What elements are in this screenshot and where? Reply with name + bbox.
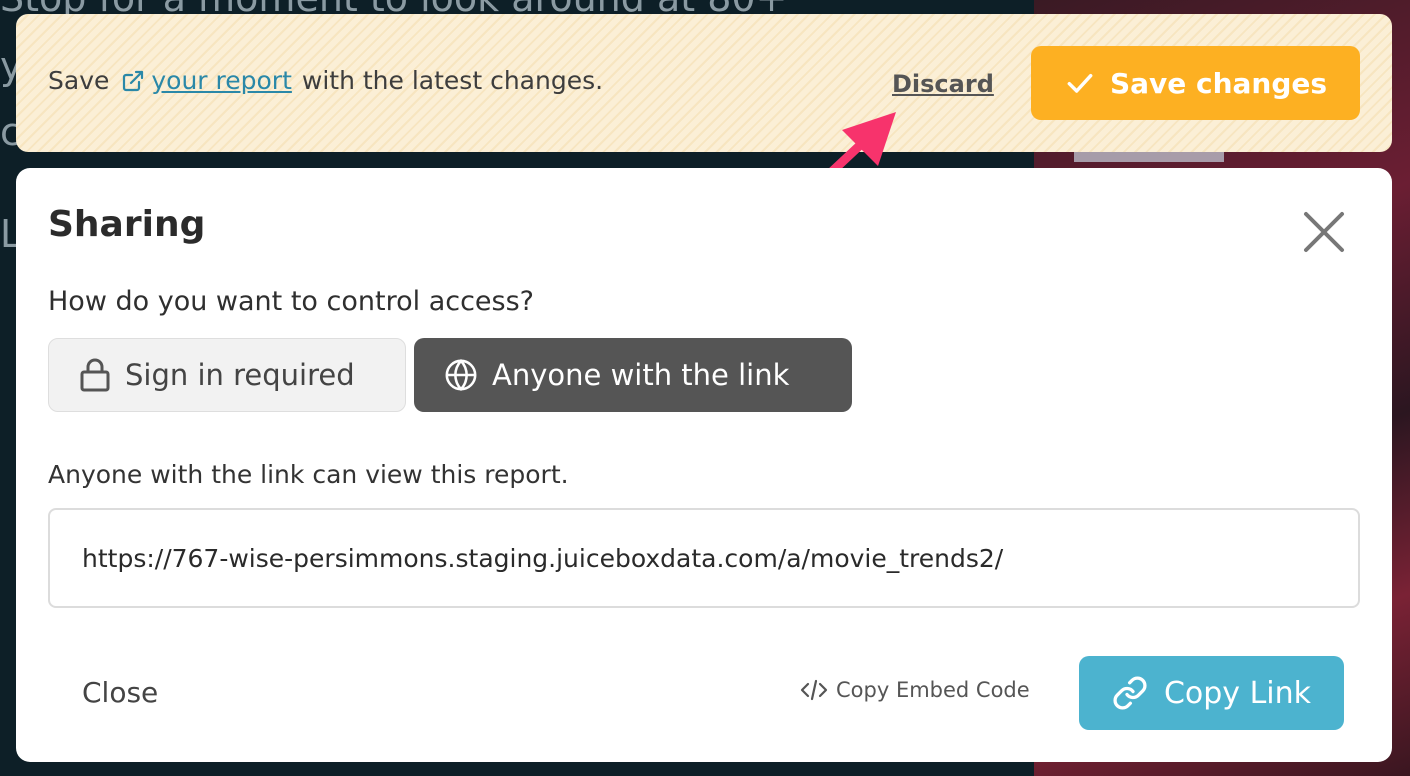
copy-embed-code-label: Copy Embed Code bbox=[836, 678, 1030, 702]
discard-button[interactable]: Discard bbox=[892, 70, 994, 98]
external-link-icon bbox=[123, 70, 144, 91]
save-changes-button[interactable]: Save changes bbox=[1031, 46, 1360, 120]
copy-link-label: Copy Link bbox=[1163, 675, 1312, 711]
close-icon[interactable] bbox=[1300, 208, 1348, 256]
close-button[interactable]: Close bbox=[82, 676, 158, 709]
unsaved-changes-banner: Save your report with the latest changes… bbox=[16, 14, 1392, 152]
sign-in-required-label: Sign in required bbox=[125, 358, 355, 392]
copy-link-button[interactable]: Copy Link bbox=[1079, 656, 1344, 730]
link-icon bbox=[1113, 676, 1147, 710]
access-note: Anyone with the link can view this repor… bbox=[48, 460, 569, 489]
banner-suffix: with the latest changes. bbox=[301, 66, 604, 95]
code-icon bbox=[800, 679, 828, 701]
banner-prefix: Save bbox=[48, 66, 110, 95]
banner-message: Save your report with the latest changes… bbox=[48, 66, 603, 95]
save-changes-label: Save changes bbox=[1109, 66, 1328, 100]
checkmark-icon bbox=[1067, 73, 1093, 93]
sign-in-required-option[interactable]: Sign in required bbox=[48, 338, 406, 412]
lock-icon bbox=[80, 358, 110, 392]
report-link-label: your report bbox=[151, 66, 292, 95]
share-url-field[interactable]: https://767-wise-persimmons.staging.juic… bbox=[48, 508, 1360, 608]
sharing-modal: Sharing How do you want to control acces… bbox=[16, 168, 1392, 762]
globe-icon bbox=[445, 358, 477, 392]
access-question: How do you want to control access? bbox=[48, 286, 534, 317]
copy-embed-code-button[interactable]: Copy Embed Code bbox=[800, 678, 1030, 702]
anyone-with-link-label: Anyone with the link bbox=[492, 358, 790, 392]
modal-title: Sharing bbox=[48, 204, 206, 245]
anyone-with-link-option[interactable]: Anyone with the link bbox=[414, 338, 852, 412]
report-link[interactable]: your report bbox=[121, 66, 292, 95]
